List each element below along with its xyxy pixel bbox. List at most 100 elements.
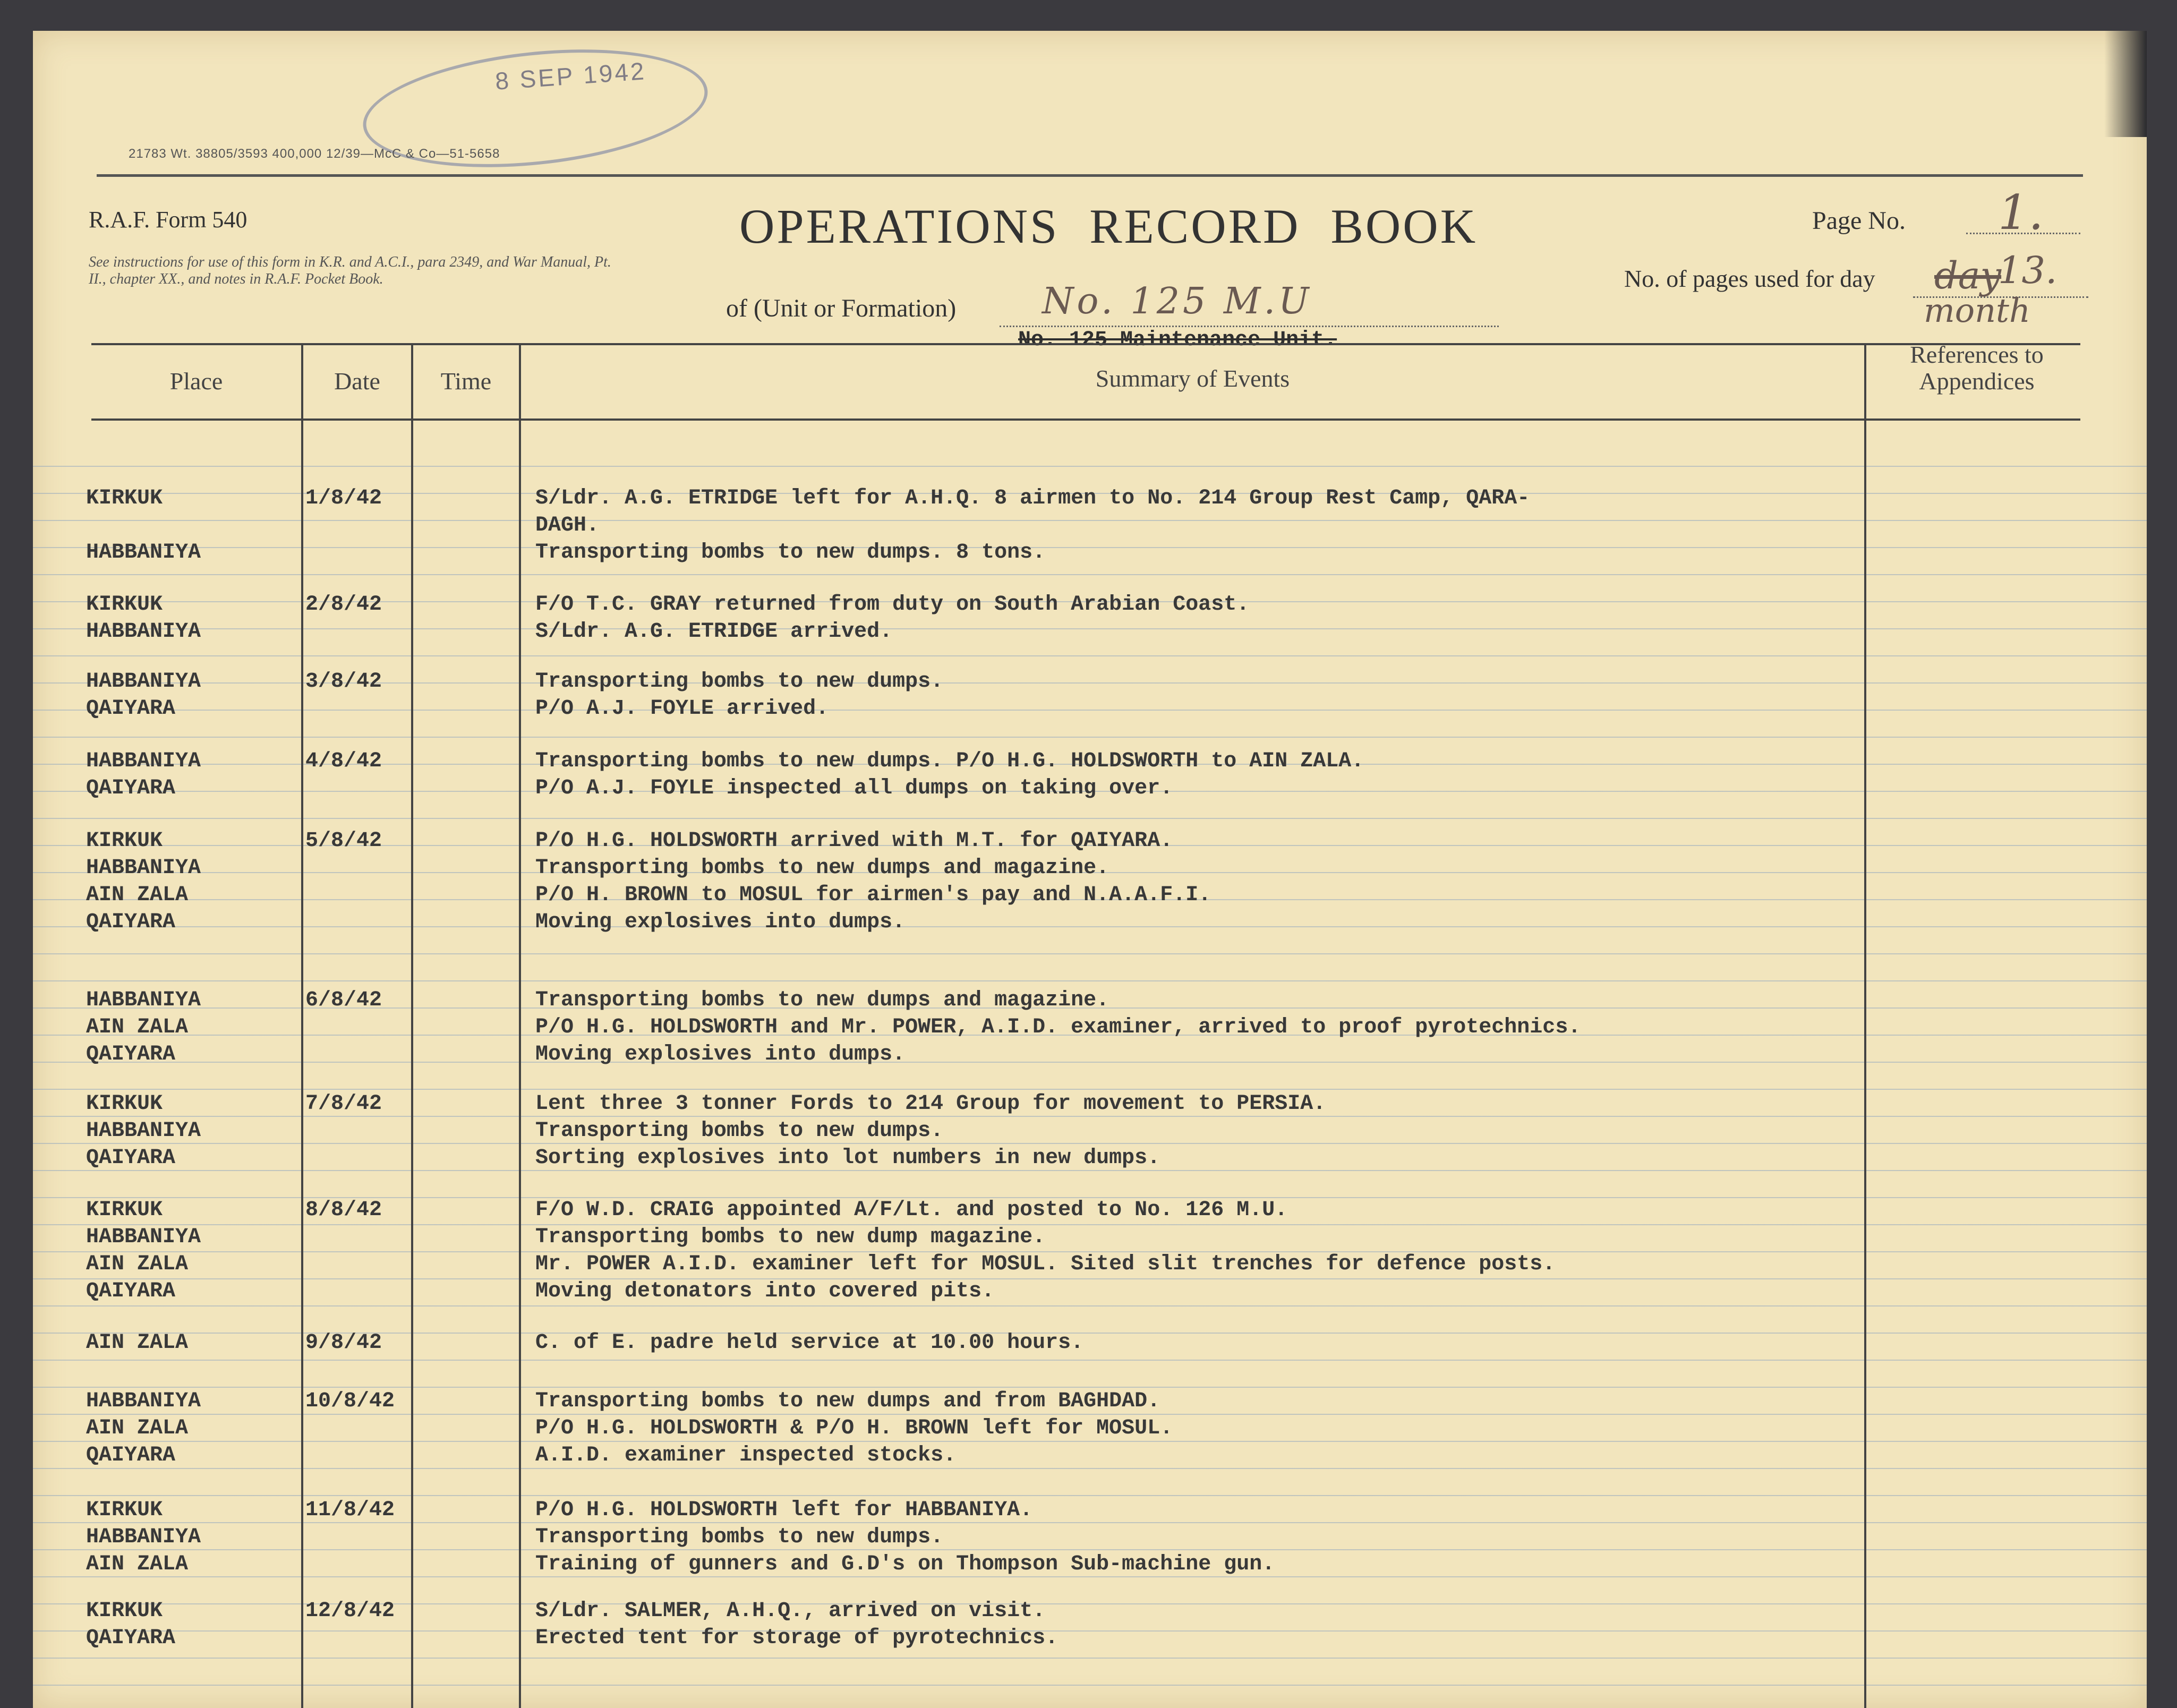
page-title: OPERATIONS RECORD BOOK (739, 199, 1478, 253)
summary-line: A.I.D. examiner inspected stocks. (535, 1444, 957, 1467)
summary-line: Transporting bombs to new dumps and maga… (535, 856, 1109, 880)
entry-place: QAIYARA (86, 697, 176, 721)
page-number-label: Page No. (1812, 207, 1906, 235)
header-bottom-rule (91, 419, 2080, 421)
entry-place: QAIYARA (86, 910, 176, 934)
entry-place: KIRKUK (86, 486, 163, 510)
pages-used-label: No. of pages used for day (1624, 265, 1875, 292)
entry-date: 9/8/42 (305, 1331, 382, 1355)
entry-date: 3/8/42 (305, 670, 382, 694)
summary-line: C. of E. padre held service at 10.00 hou… (535, 1331, 1084, 1355)
divider-place-date (301, 344, 303, 1708)
summary-line: P/O H.G. HOLDSWORTH and Mr. POWER, A.I.D… (535, 1015, 1581, 1039)
entry-place: AIN ZALA (86, 1552, 189, 1576)
summary-line: Transporting bombs to new dumps. (535, 670, 944, 694)
entry-places: KIRKUK HABBANIYA QAIYARA (86, 1090, 298, 1172)
summary-line: Transporting bombs to new dumps and from… (535, 1389, 1160, 1413)
entry-date: 2/8/42 (305, 593, 382, 617)
entry-place: KIRKUK (86, 829, 163, 853)
entry-places: KIRKUK HABBANIYA AIN ZALA QAIYARA (86, 1197, 298, 1305)
summary-line: Transporting bombs to new dump magazine. (535, 1225, 1046, 1249)
entry-places: HABBANIYA QAIYARA (86, 668, 298, 722)
entry-place (86, 512, 298, 539)
summary-line: Erected tent for storage of pyrotechnics… (535, 1626, 1058, 1650)
summary-line: F/O T.C. GRAY returned from duty on Sout… (535, 593, 1250, 617)
entry-places: KIRKUK QAIYARA (86, 1598, 298, 1652)
entry-place: HABBANIYA (86, 988, 201, 1012)
col-header-date: Date (334, 368, 380, 395)
entry-summary: Transporting bombs to new dumps and maga… (535, 987, 1884, 1068)
entry-date: 1/8/42 (305, 486, 382, 510)
entry-place: KIRKUK (86, 1092, 163, 1116)
entry-date: 10/8/42 (305, 1389, 395, 1413)
entry-summary: C. of E. padre held service at 10.00 hou… (535, 1329, 1884, 1356)
entry-date: 4/8/42 (305, 749, 382, 773)
pages-used-value: 13. (1998, 249, 2058, 292)
entry-places: HABBANIYA AIN ZALA QAIYARA (86, 1388, 298, 1469)
entry-places: KIRKUK HABBANIYA AIN ZALA (86, 1497, 298, 1578)
entry-place: HABBANIYA (86, 1225, 201, 1249)
entry-date: 6/8/42 (305, 988, 382, 1012)
summary-line: P/O A.J. FOYLE inspected all dumps on ta… (535, 776, 1173, 800)
entry-place: HABBANIYA (86, 670, 201, 694)
entry-date: 7/8/42 (305, 1092, 382, 1116)
summary-line: Training of gunners and G.D's on Thompso… (535, 1552, 1275, 1576)
entry-summary: F/O T.C. GRAY returned from duty on Sout… (535, 591, 1884, 645)
entry-place: AIN ZALA (86, 883, 189, 907)
summary-line: Transporting bombs to new dumps. 8 tons. (535, 541, 1046, 565)
col-header-summary: Summary of Events (1095, 365, 1290, 392)
entry-place: QAIYARA (86, 776, 176, 800)
entry-place: HABBANIYA (86, 749, 201, 773)
entry-summary: P/O H.G. HOLDSWORTH arrived with M.T. fo… (535, 827, 1884, 936)
unit-label: of (Unit or Formation) (726, 294, 957, 322)
page-curl (2104, 31, 2147, 137)
summary-line: S/Ldr. SALMER, A.H.Q., arrived on visit. (535, 1599, 1046, 1623)
entry-summary: Lent three 3 tonner Fords to 214 Group f… (535, 1090, 1884, 1172)
entry-place: KIRKUK (86, 1498, 163, 1522)
unit-line (1000, 326, 1499, 327)
summary-line: DAGH. (535, 514, 600, 537)
summary-line: Lent three 3 tonner Fords to 214 Group f… (535, 1092, 1326, 1116)
entry-summary: Transporting bombs to new dumps. P/O A.J.… (535, 668, 1884, 722)
col-header-time: Time (440, 368, 492, 395)
entry-summary: S/Ldr. SALMER, A.H.Q., arrived on visit.… (535, 1598, 1884, 1652)
entry-place: KIRKUK (86, 593, 163, 617)
entry-place: AIN ZALA (86, 1015, 189, 1039)
summary-line: P/O A.J. FOYLE arrived. (535, 697, 829, 721)
header-top-rule (91, 343, 2080, 345)
entry-place: QAIYARA (86, 1626, 176, 1650)
summary-line: F/O W.D. CRAIG appointed A/F/Lt. and pos… (535, 1198, 1288, 1222)
entry-date: 5/8/42 (305, 829, 382, 853)
entry-summary: Transporting bombs to new dumps. P/O H.G… (535, 748, 1884, 802)
entry-place: AIN ZALA (86, 1416, 189, 1440)
entry-places: HABBANIYA AIN ZALA QAIYARA (86, 987, 298, 1068)
entry-place: AIN ZALA (86, 1252, 189, 1276)
summary-line: P/O H.G. HOLDSWORTH & P/O H. BROWN left … (535, 1416, 1173, 1440)
pages-used-correction: month (1924, 291, 2030, 330)
form-number: R.A.F. Form 540 (89, 207, 247, 233)
entry-place: HABBANIYA (86, 1119, 201, 1143)
summary-line: S/Ldr. A.G. ETRIDGE arrived. (535, 620, 893, 644)
entry-places: KIRKUK HABBANIYA (86, 591, 298, 645)
entry-summary: F/O W.D. CRAIG appointed A/F/Lt. and pos… (535, 1197, 1884, 1305)
summary-line: Transporting bombs to new dumps. P/O H.G… (535, 749, 1364, 773)
summary-line: Mr. POWER A.I.D. examiner left for MOSUL… (535, 1252, 1556, 1276)
entry-place: QAIYARA (86, 1444, 176, 1467)
summary-line: Moving detonators into covered pits. (535, 1279, 995, 1303)
summary-line: S/Ldr. A.G. ETRIDGE left for A.H.Q. 8 ai… (535, 486, 1530, 510)
entry-summary: P/O H.G. HOLDSWORTH left for HABBANIYA. T… (535, 1497, 1884, 1578)
summary-line: P/O H. BROWN to MOSUL for airmen's pay a… (535, 883, 1211, 907)
entry-place: HABBANIYA (86, 856, 201, 880)
entry-place: HABBANIYA (86, 1525, 201, 1549)
summary-line: Transporting bombs to new dumps. (535, 1119, 944, 1143)
entry-places: AIN ZALA (86, 1329, 298, 1356)
entry-summary: S/Ldr. A.G. ETRIDGE left for A.H.Q. 8 ai… (535, 485, 1884, 566)
entry-place: HABBANIYA (86, 541, 201, 565)
entry-place: QAIYARA (86, 1146, 176, 1170)
entry-place: KIRKUK (86, 1599, 163, 1623)
col-header-references: References to Appendices (1910, 341, 2044, 395)
entry-date: 11/8/42 (305, 1498, 395, 1522)
top-rule (97, 174, 2083, 177)
entry-date: 12/8/42 (305, 1599, 395, 1623)
entry-date: 8/8/42 (305, 1198, 382, 1222)
